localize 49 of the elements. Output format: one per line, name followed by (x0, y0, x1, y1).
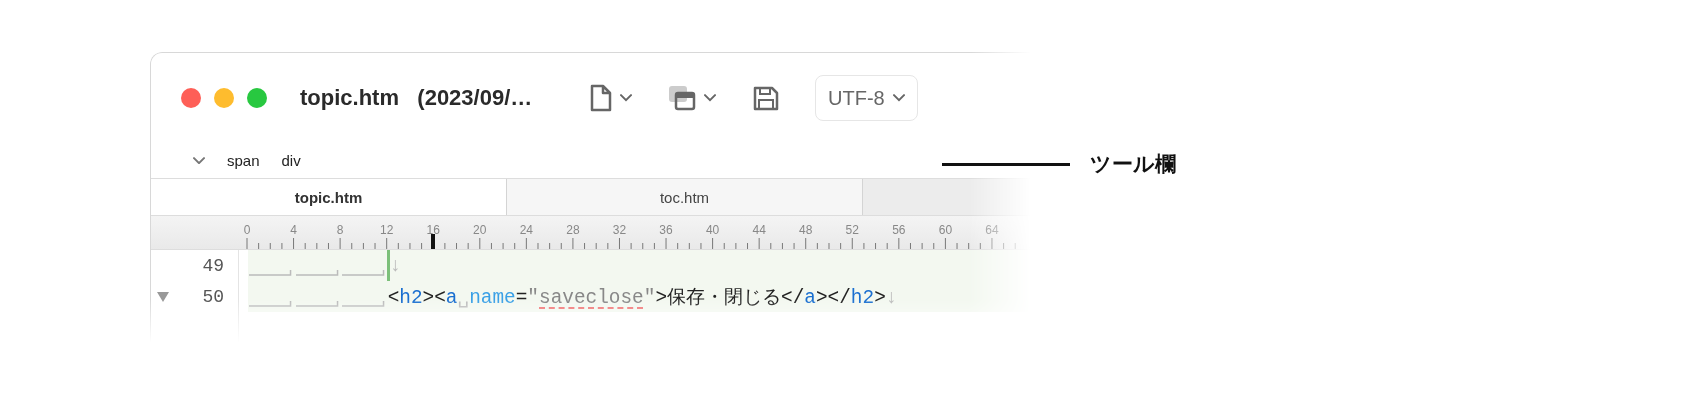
ruler-label: 12 (380, 223, 394, 237)
code-line: <h2><a␣name="saveclose">保存・閉じる</a></h2>↓ (387, 286, 898, 310)
ruler-label: 28 (566, 223, 580, 237)
ruler-label: 32 (612, 223, 627, 237)
ruler-label: 40 (705, 223, 720, 237)
ruler-label: 60 (938, 223, 953, 237)
window-control-button[interactable] (214, 88, 234, 108)
save-button[interactable] (752, 84, 779, 112)
ruler-label: 48 (799, 223, 813, 237)
code-line: ↓ (389, 254, 402, 277)
tab-marker-icon (294, 298, 340, 307)
ruler-label: 52 (845, 223, 859, 237)
ruler-label: 4 (290, 223, 297, 237)
fold-triangle-icon[interactable] (157, 291, 169, 302)
window-button[interactable] (668, 85, 716, 111)
chevron-down-icon (892, 94, 905, 102)
column-marker-icon (431, 234, 436, 249)
ruler-label: 44 (752, 223, 766, 237)
ruler-label: 16 (426, 223, 440, 237)
ruler-label: 20 (473, 223, 487, 237)
line-number: 50 (202, 286, 224, 307)
tab-marker-icon (248, 267, 293, 276)
window-title: topic.htm (2023/09/… (300, 85, 534, 111)
ruler-label: 56 (892, 223, 906, 237)
new-document-button[interactable] (590, 84, 632, 112)
chevron-down-icon (620, 94, 632, 102)
document-icon (590, 84, 612, 112)
tab-marker-icon (248, 298, 293, 307)
window-control-button[interactable] (247, 88, 267, 108)
windows-icon (668, 85, 696, 111)
tab-marker-icon (294, 267, 340, 276)
ruler-label: 0 (243, 223, 251, 237)
breadcrumb-item[interactable]: span (227, 152, 260, 169)
file-tab[interactable]: toc.htm (507, 179, 863, 215)
line-number: 49 (202, 255, 224, 276)
encoding-dropdown[interactable]: UTF-8 (815, 75, 918, 121)
ruler-label: 24 (519, 223, 534, 237)
ruler-label: 36 (659, 223, 673, 237)
tab-marker-icon (341, 267, 386, 276)
ruler-label: 8 (336, 223, 344, 237)
file-tab[interactable]: topic.htm (151, 179, 507, 215)
annotation-label: ツール欄 (1090, 151, 1176, 177)
window-control-button[interactable] (181, 88, 201, 108)
chevron-down-icon (193, 156, 205, 165)
chevron-down-icon (704, 94, 716, 102)
save-icon (752, 84, 779, 112)
tab-marker-icon (341, 298, 386, 307)
breadcrumb-item[interactable]: div (281, 152, 301, 169)
ruler-label: 64 (985, 223, 999, 237)
